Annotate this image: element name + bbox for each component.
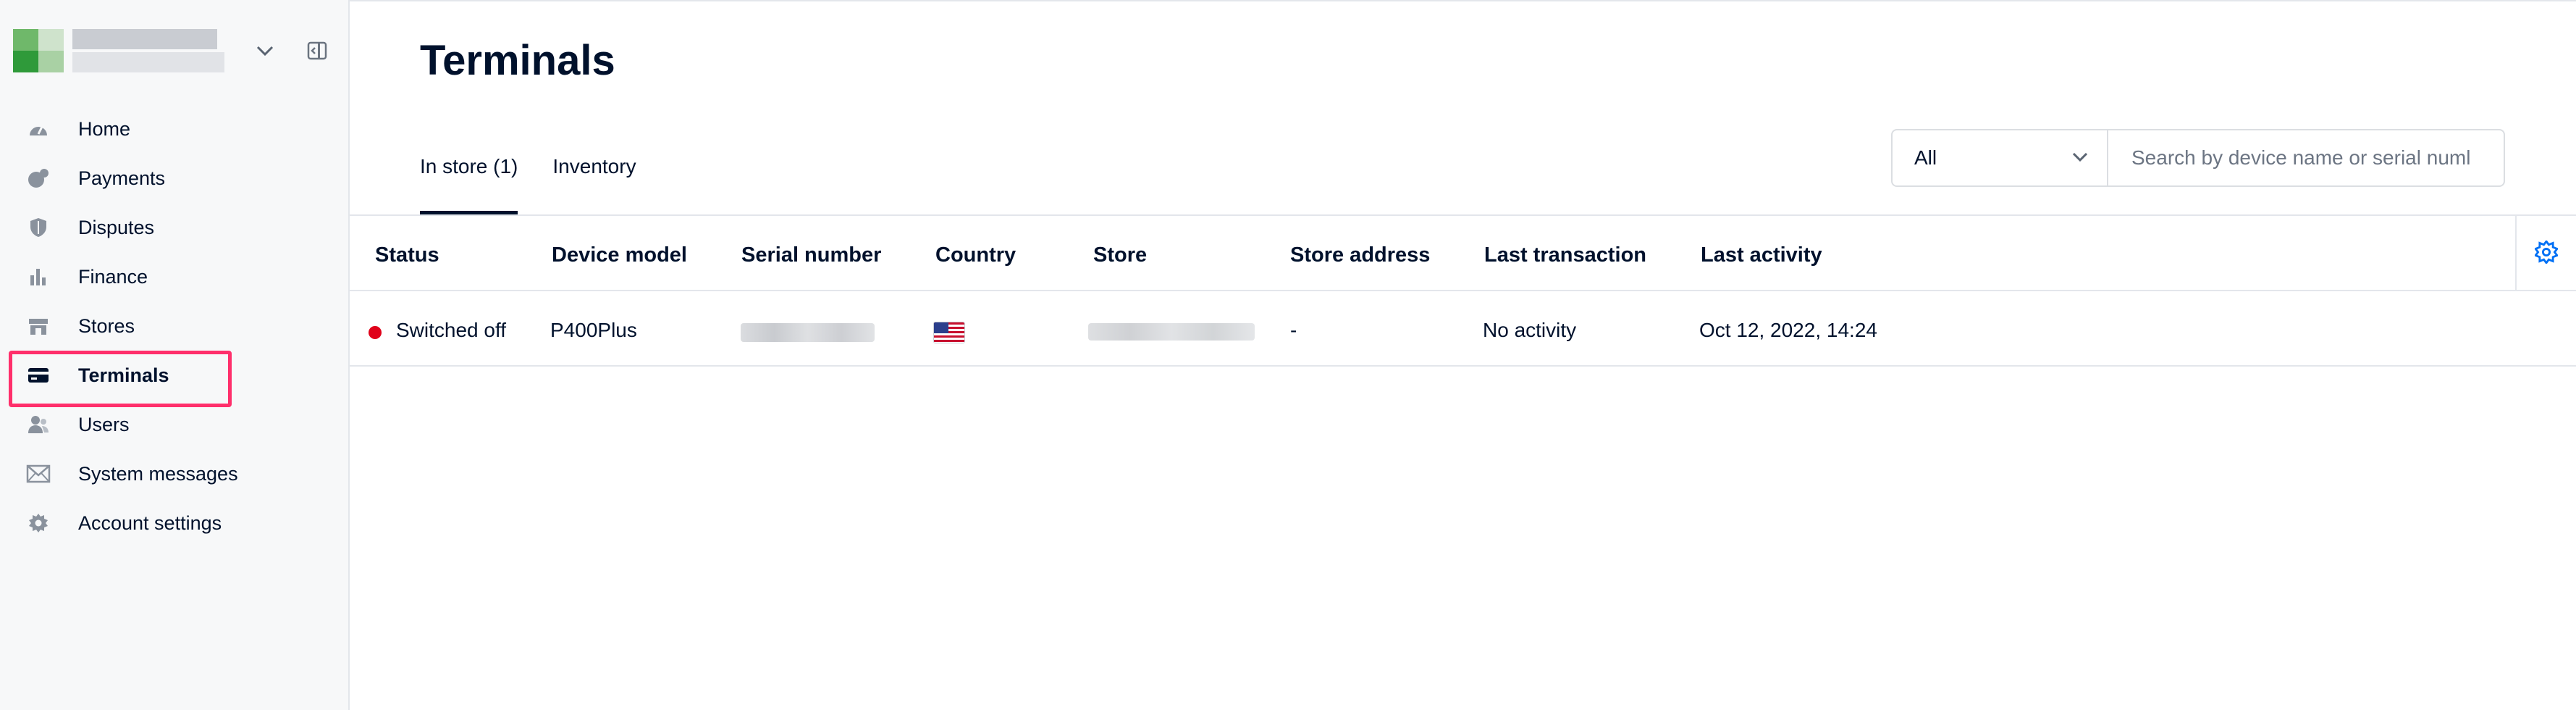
column-header-last-transaction[interactable]: Last transaction <box>1484 243 1646 267</box>
account-switcher[interactable] <box>13 22 332 80</box>
sidebar-item-payments[interactable]: Payments <box>0 154 350 203</box>
sidebar-item-system-messages[interactable]: System messages <box>0 449 350 498</box>
tab-in-store[interactable]: In store (1) <box>420 145 518 214</box>
sidebar-item-finance[interactable]: Finance <box>0 252 350 301</box>
sidebar-item-label: Account settings <box>78 511 222 534</box>
column-header-store[interactable]: Store <box>1093 243 1147 267</box>
cell-store-address: - <box>1290 319 1297 341</box>
search-input[interactable] <box>2108 130 2504 185</box>
tab-bar: In store (1) Inventory <box>420 145 671 214</box>
account-name-redacted <box>72 29 224 72</box>
cell-store-redacted <box>1088 323 1255 341</box>
top-divider <box>350 0 2576 1</box>
column-header-country[interactable]: Country <box>935 243 1016 267</box>
sidebar-item-label: Terminals <box>78 364 169 386</box>
sidebar-item-label: Stores <box>78 314 135 337</box>
sidebar-item-label: Finance <box>78 265 148 288</box>
column-header-serial-number[interactable]: Serial number <box>741 243 881 267</box>
status-dot-icon <box>369 326 382 339</box>
cell-serial-number-redacted <box>741 323 875 342</box>
status-filter-value: All <box>1914 146 1937 169</box>
page-title: Terminals <box>420 37 615 84</box>
sidebar-item-label: Home <box>78 117 131 140</box>
sidebar-item-label: Payments <box>78 167 166 189</box>
us-flag-icon <box>933 322 965 343</box>
table-header: Status Device model Serial number Countr… <box>350 214 2576 291</box>
table-settings-button[interactable] <box>2515 216 2576 291</box>
column-header-status[interactable]: Status <box>375 243 439 267</box>
sidebar-item-disputes[interactable]: Disputes <box>0 203 350 252</box>
sidebar-item-label: Disputes <box>78 216 155 238</box>
sidebar: Home Payments Disputes Finance Stores Te… <box>0 0 350 710</box>
users-icon <box>26 412 51 437</box>
column-header-store-address[interactable]: Store address <box>1290 243 1430 267</box>
collapse-sidebar-icon[interactable] <box>303 38 332 64</box>
search-field[interactable] <box>2107 129 2505 187</box>
cell-device-model: P400Plus <box>550 319 637 341</box>
store-icon <box>26 314 51 338</box>
sidebar-item-stores[interactable]: Stores <box>0 301 350 351</box>
sidebar-item-label: Users <box>78 413 130 435</box>
gear-icon <box>2533 239 2559 267</box>
cell-last-transaction: No activity <box>1483 319 1577 341</box>
payments-icon <box>26 166 51 191</box>
table-row[interactable]: Switched off P400Plus - No activity Oct … <box>350 291 2576 367</box>
card-icon <box>26 363 51 388</box>
bar-chart-icon <box>26 264 51 289</box>
shield-icon <box>26 215 51 240</box>
column-header-last-activity[interactable]: Last activity <box>1701 243 1822 267</box>
dashboard-gauge-icon <box>26 117 51 141</box>
chevron-down-icon[interactable] <box>251 38 279 64</box>
sidebar-item-home[interactable]: Home <box>0 104 350 154</box>
column-header-device-model[interactable]: Device model <box>552 243 687 267</box>
status-filter-select[interactable]: All <box>1891 129 2108 187</box>
cell-status: Switched off <box>396 319 507 341</box>
sidebar-item-label: System messages <box>78 462 238 485</box>
sidebar-item-terminals[interactable]: Terminals <box>0 351 350 407</box>
account-logo <box>13 29 64 72</box>
terminals-table: Status Device model Serial number Countr… <box>350 214 2576 367</box>
chevron-down-icon <box>2071 146 2089 173</box>
sidebar-item-users[interactable]: Users <box>0 400 350 449</box>
envelope-icon <box>26 462 51 486</box>
sidebar-item-account-settings[interactable]: Account settings <box>0 498 350 548</box>
tab-inventory[interactable]: Inventory <box>552 145 636 214</box>
cell-last-activity: Oct 12, 2022, 14:24 <box>1699 319 1877 341</box>
gear-icon <box>26 511 51 535</box>
sidebar-nav: Home Payments Disputes Finance Stores Te… <box>0 104 350 548</box>
